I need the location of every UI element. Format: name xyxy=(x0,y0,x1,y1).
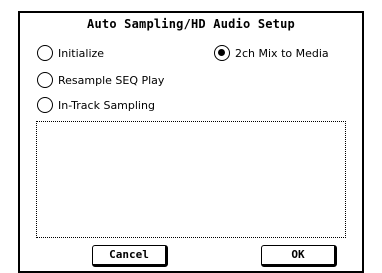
option-initialize[interactable]: Initialize xyxy=(37,44,104,62)
option-label: Resample SEQ Play xyxy=(58,73,165,87)
option-label: In-Track Sampling xyxy=(58,98,155,112)
option-2ch-mix-to-media[interactable]: 2ch Mix to Media xyxy=(214,44,329,62)
option-in-track-sampling[interactable]: In-Track Sampling xyxy=(37,96,155,114)
option-resample-seq-play[interactable]: Resample SEQ Play xyxy=(37,71,164,89)
option-label: 2ch Mix to Media xyxy=(235,46,329,60)
radio-button-icon[interactable] xyxy=(37,97,53,113)
radio-button-icon[interactable] xyxy=(37,45,53,61)
radio-button-selected-icon[interactable] xyxy=(214,45,230,61)
ok-button[interactable]: OK xyxy=(261,245,337,267)
radio-button-icon[interactable] xyxy=(37,72,53,88)
cancel-button[interactable]: Cancel xyxy=(92,245,168,267)
option-label: Initialize xyxy=(58,46,105,60)
dialog-title: Auto Sampling/HD Audio Setup xyxy=(87,17,295,31)
message-area xyxy=(36,121,346,238)
